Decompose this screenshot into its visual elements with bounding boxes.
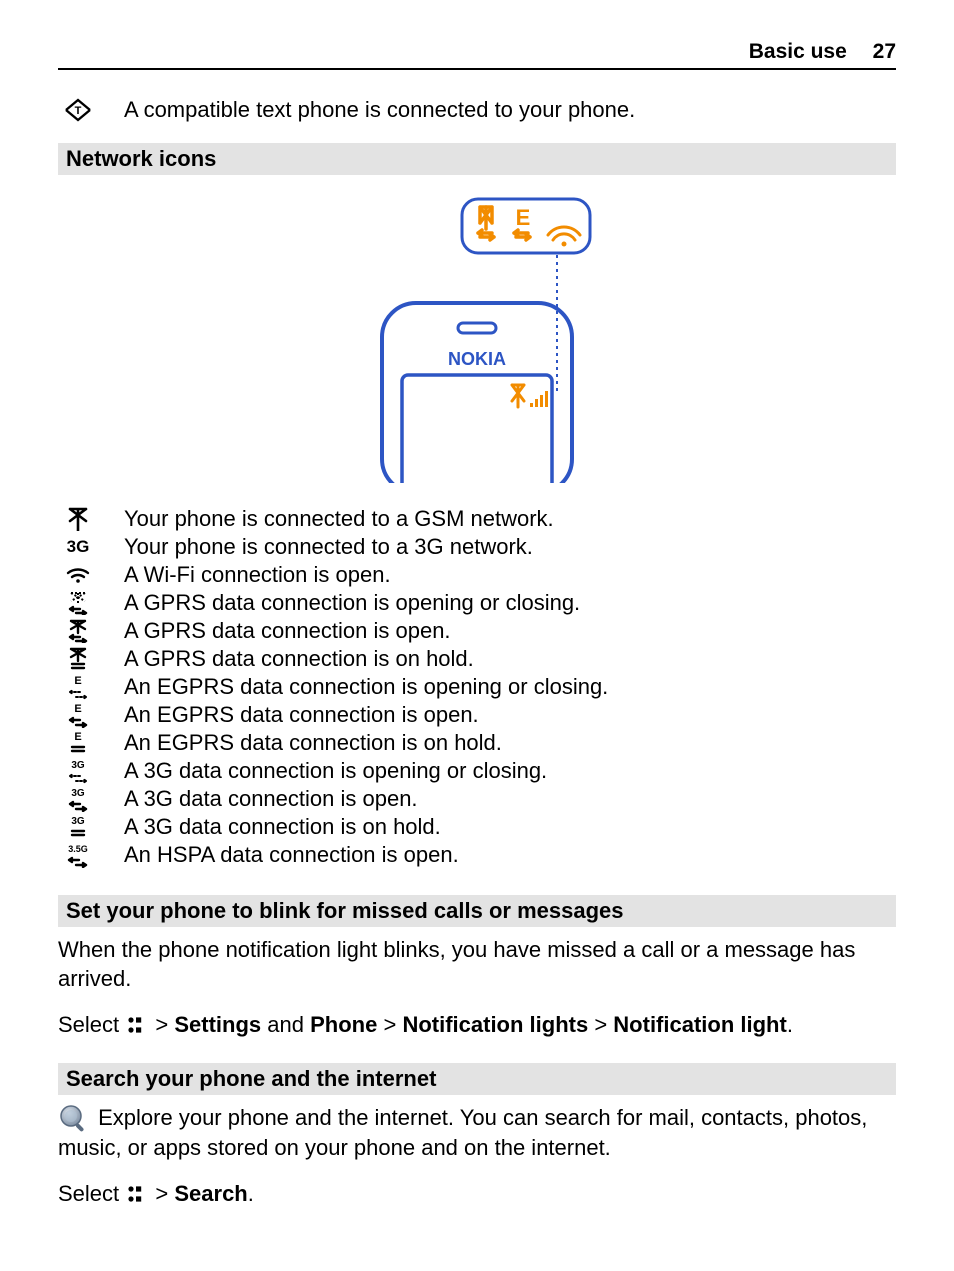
section-title-network: Network icons <box>58 143 896 175</box>
egprs-open-icon: E <box>58 701 98 729</box>
list-item: A GPRS data connection is open. <box>58 617 896 645</box>
search-body-text: Explore your phone and the internet. You… <box>58 1105 867 1160</box>
gprs-open-icon <box>58 617 98 645</box>
list-item: E An EGPRS data connection is opening or… <box>58 673 896 701</box>
path-settings: Settings <box>174 1012 261 1037</box>
list-item: 3G A 3G data connection is opening or cl… <box>58 757 896 785</box>
gprs-hold-icon <box>58 645 98 673</box>
intro-text: A compatible text phone is connected to … <box>124 95 635 125</box>
list-item-text: A GPRS data connection is on hold. <box>124 645 474 673</box>
list-item-text: A GPRS data connection is opening or clo… <box>124 589 580 617</box>
svg-text:E: E <box>74 703 81 715</box>
list-item: E An EGPRS data connection is open. <box>58 701 896 729</box>
list-item-text: Your phone is connected to a GSM network… <box>124 505 554 533</box>
list-item-text: A 3G data connection is open. <box>124 785 418 813</box>
select-path-blink: Select > Settings and Phone > Notificati… <box>58 1010 896 1041</box>
list-item-text: An HSPA data connection is open. <box>124 841 459 869</box>
list-item-text: Your phone is connected to a 3G network. <box>124 533 533 561</box>
period: . <box>248 1181 254 1206</box>
page-number: 27 <box>873 40 896 63</box>
list-item: 3G A 3G data connection is open. <box>58 785 896 813</box>
svg-text:3G: 3G <box>67 537 90 556</box>
gt: > <box>155 1181 174 1206</box>
blink-body: When the phone notification light blinks… <box>58 935 896 994</box>
and: and <box>267 1012 310 1037</box>
intro-row: T A compatible text phone is connected t… <box>58 95 896 125</box>
list-item: Your phone is connected to a GSM network… <box>58 505 896 533</box>
search-body: Explore your phone and the internet. You… <box>58 1103 896 1163</box>
3g-dotted-icon: 3G <box>58 757 98 785</box>
select-path-search: Select > Search. <box>58 1179 896 1210</box>
list-item-text: An EGPRS data connection is on hold. <box>124 729 502 757</box>
svg-text:3G: 3G <box>71 760 85 771</box>
svg-text:E: E <box>74 731 81 743</box>
gt: > <box>594 1012 613 1037</box>
wifi-icon <box>58 561 98 589</box>
network-icon-list: Your phone is connected to a GSM network… <box>58 505 896 869</box>
svg-text:T: T <box>75 105 82 117</box>
page-header: Basic use 27 <box>58 40 896 70</box>
list-item: 3.5G An HSPA data connection is open. <box>58 841 896 869</box>
gt: > <box>155 1012 174 1037</box>
path-search: Search <box>174 1181 247 1206</box>
list-item: E An EGPRS data connection is on hold. <box>58 729 896 757</box>
path-notification-light: Notification light <box>613 1012 787 1037</box>
list-item: A GPRS data connection is on hold. <box>58 645 896 673</box>
svg-text:E: E <box>516 205 531 230</box>
magnifier-icon <box>58 1103 88 1133</box>
list-item-text: A Wi-Fi connection is open. <box>124 561 391 589</box>
section-name: Basic use <box>749 40 847 63</box>
path-notification-lights: Notification lights <box>402 1012 588 1037</box>
list-item-text: A GPRS data connection is open. <box>124 617 451 645</box>
egprs-hold-icon: E <box>58 729 98 757</box>
text-phone-icon: T <box>58 97 98 123</box>
list-item-text: A 3G data connection is opening or closi… <box>124 757 547 785</box>
3g-open-icon: 3G <box>58 785 98 813</box>
brand-label: NOKIA <box>448 349 506 369</box>
svg-text:3G: 3G <box>71 816 85 827</box>
section-title-blink: Set your phone to blink for missed calls… <box>58 895 896 927</box>
list-item: 3G A 3G data connection is on hold. <box>58 813 896 841</box>
menu-grid-icon <box>127 1185 147 1205</box>
list-item-text: A 3G data connection is on hold. <box>124 813 441 841</box>
svg-text:E: E <box>74 675 81 687</box>
path-phone: Phone <box>310 1012 377 1037</box>
list-item: A Wi-Fi connection is open. <box>58 561 896 589</box>
list-item: A GPRS data connection is opening or clo… <box>58 589 896 617</box>
gprs-dotted-icon <box>58 589 98 617</box>
period: . <box>787 1012 793 1037</box>
phone-illustration: E NOKIA <box>58 193 896 483</box>
menu-grid-icon <box>127 1016 147 1036</box>
svg-text:3G: 3G <box>71 788 85 799</box>
section-title-search: Search your phone and the internet <box>58 1063 896 1095</box>
gt: > <box>383 1012 402 1037</box>
list-item-text: An EGPRS data connection is open. <box>124 701 479 729</box>
svg-text:3.5G: 3.5G <box>68 844 88 854</box>
hspa-open-icon: 3.5G <box>58 841 98 869</box>
antenna-icon <box>58 505 98 533</box>
select-prefix: Select <box>58 1181 125 1206</box>
list-item: 3G Your phone is connected to a 3G netwo… <box>58 533 896 561</box>
select-prefix: Select <box>58 1012 125 1037</box>
egprs-dotted-icon: E <box>58 673 98 701</box>
manual-page: Basic use 27 T A compatible text phone i… <box>0 0 954 1271</box>
3g-text-icon: 3G <box>58 533 98 561</box>
3g-hold-icon: 3G <box>58 813 98 841</box>
list-item-text: An EGPRS data connection is opening or c… <box>124 673 608 701</box>
